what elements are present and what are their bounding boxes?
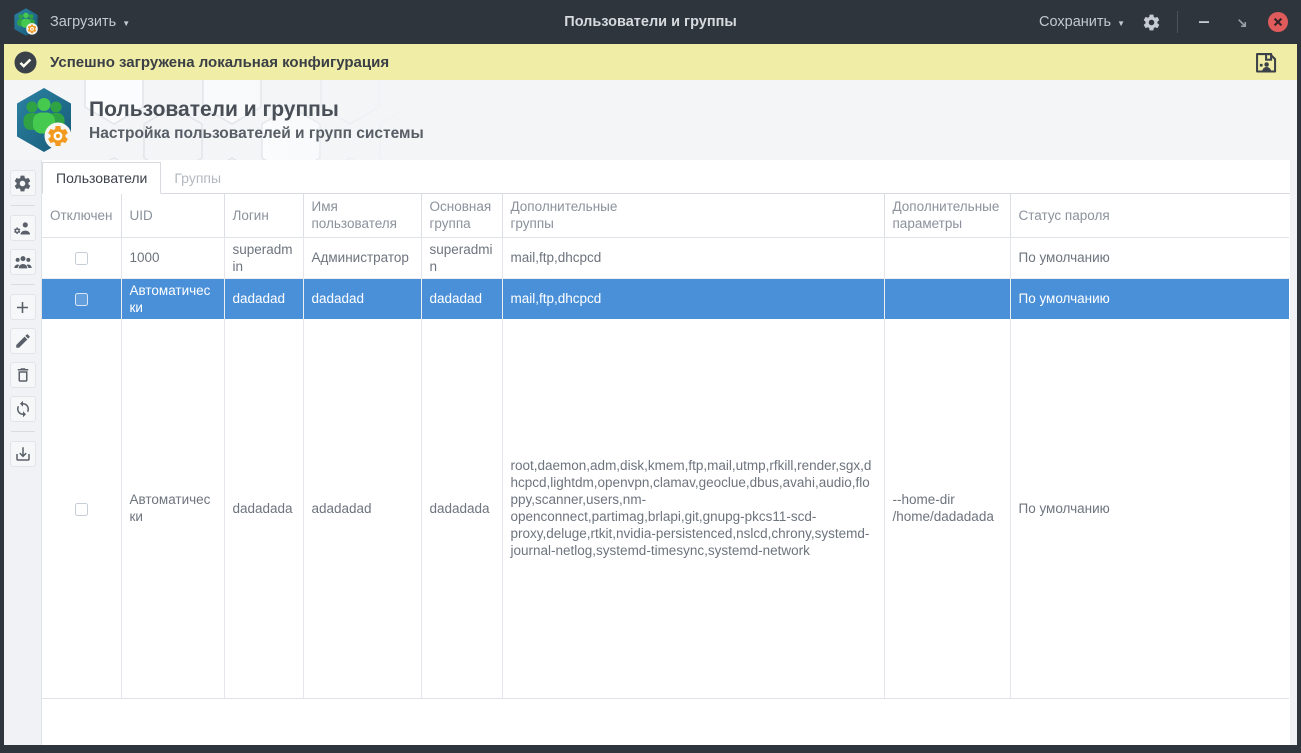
minimize-button[interactable] [1193, 11, 1215, 33]
restore-button[interactable] [1230, 11, 1252, 33]
cell-username: dadadad [303, 278, 421, 319]
column-header-extra-groups[interactable]: Дополнительные группы [502, 194, 884, 237]
notification-message: Успешно загружена локальная конфигурация [50, 54, 389, 71]
column-header-primary-group[interactable]: Основная группа [421, 194, 502, 237]
users-table: Отключен UID Логин Имя пользователя Осно… [42, 194, 1289, 699]
tab-groups[interactable]: Группы [161, 163, 234, 193]
load-dropdown-button[interactable]: Загрузить ▼ [50, 14, 130, 30]
add-button[interactable] [10, 294, 36, 320]
edit-button[interactable] [10, 328, 36, 354]
cell-login: superadmin [224, 237, 303, 278]
table-row-selected[interactable]: Автоматически dadadad dadadad dadadad ma… [42, 278, 1289, 319]
app-icon-large [12, 85, 76, 155]
app-icon [12, 7, 40, 37]
save-dropdown-button[interactable]: Сохранить ▼ [1039, 14, 1125, 30]
cell-uid: Автоматически [121, 319, 224, 699]
titlebar: Загрузить ▼ Пользователи и группы Сохран… [0, 0, 1301, 44]
user-settings-button[interactable] [10, 215, 36, 241]
cell-extra-groups: mail,ftp,dhcpcd [502, 278, 884, 319]
column-header-login[interactable]: Логин [224, 194, 303, 237]
column-header-extra-params[interactable]: Дополнительные параметры [884, 194, 1010, 237]
cell-primary-group: dadadad [421, 278, 502, 319]
cell-extra-groups: root,daemon,adm,disk,kmem,ftp,mail,utmp,… [502, 319, 884, 699]
page-title: Пользователи и группы [89, 98, 424, 122]
cell-username: Администратор [303, 237, 421, 278]
column-header-uid[interactable]: UID [121, 194, 224, 237]
page-header: Пользователи и группы Настройка пользова… [4, 80, 1297, 160]
settings-gear-button[interactable] [1140, 11, 1162, 33]
save-local-config-button[interactable] [1252, 49, 1279, 76]
row-disabled-checkbox[interactable] [75, 293, 88, 306]
cell-extra-params [884, 237, 1010, 278]
cell-uid: Автоматически [121, 278, 224, 319]
chevron-down-icon: ▼ [1117, 19, 1125, 28]
tab-users[interactable]: Пользователи [42, 162, 161, 194]
save-dropdown-label: Сохранить [1039, 14, 1111, 30]
cell-login: dadadada [224, 319, 303, 699]
row-disabled-checkbox[interactable] [75, 252, 88, 265]
table-row[interactable]: Автоматически dadadada adadadad dadadada… [42, 319, 1289, 699]
refresh-button[interactable] [10, 396, 36, 422]
tab-bar: Пользователи Группы [42, 160, 1290, 194]
notification-bar: Успешно загружена локальная конфигурация [4, 44, 1297, 80]
table-header: Отключен UID Логин Имя пользователя Осно… [42, 194, 1289, 237]
column-header-username[interactable]: Имя пользователя [303, 194, 421, 237]
users-groups-button[interactable] [10, 249, 36, 275]
preferences-button[interactable] [10, 170, 36, 196]
app-window: Загрузить ▼ Пользователи и группы Сохран… [0, 0, 1301, 753]
cell-login: dadadad [224, 278, 303, 319]
download-button[interactable] [10, 441, 36, 467]
page-subtitle: Настройка пользователей и групп системы [89, 125, 424, 143]
cell-password-status: По умолчанию [1010, 278, 1289, 319]
right-edge-strip [1290, 160, 1297, 745]
column-header-disabled[interactable]: Отключен [42, 194, 121, 237]
titlebar-divider [1177, 11, 1178, 33]
toolbar-separator [11, 284, 35, 285]
load-dropdown-label: Загрузить [50, 14, 116, 30]
cell-password-status: По умолчанию [1010, 319, 1289, 699]
cell-extra-params [884, 278, 1010, 319]
cell-password-status: По умолчанию [1010, 237, 1289, 278]
toolbar-separator [11, 431, 35, 432]
row-disabled-checkbox[interactable] [75, 503, 88, 516]
cell-primary-group: dadadada [421, 319, 502, 699]
cell-extra-params: --home-dir /home/dadadada [884, 319, 1010, 699]
delete-button[interactable] [10, 362, 36, 388]
success-check-icon [14, 51, 37, 74]
cell-username: adadadad [303, 319, 421, 699]
main-area: Пользователи Группы Отключен UID Логин И… [4, 160, 1297, 745]
content-panel: Пользователи Группы Отключен UID Логин И… [42, 160, 1290, 745]
chevron-down-icon: ▼ [122, 19, 130, 28]
cell-extra-groups: mail,ftp,dhcpcd [502, 237, 884, 278]
cell-uid: 1000 [121, 237, 224, 278]
toolbar-separator [11, 205, 35, 206]
table-row[interactable]: 1000 superadmin Администратор superadmin… [42, 237, 1289, 278]
column-header-password-status[interactable]: Статус пароля [1010, 194, 1289, 237]
cell-primary-group: superadmin [421, 237, 502, 278]
left-toolbar [4, 160, 42, 745]
close-button[interactable] [1267, 11, 1289, 33]
